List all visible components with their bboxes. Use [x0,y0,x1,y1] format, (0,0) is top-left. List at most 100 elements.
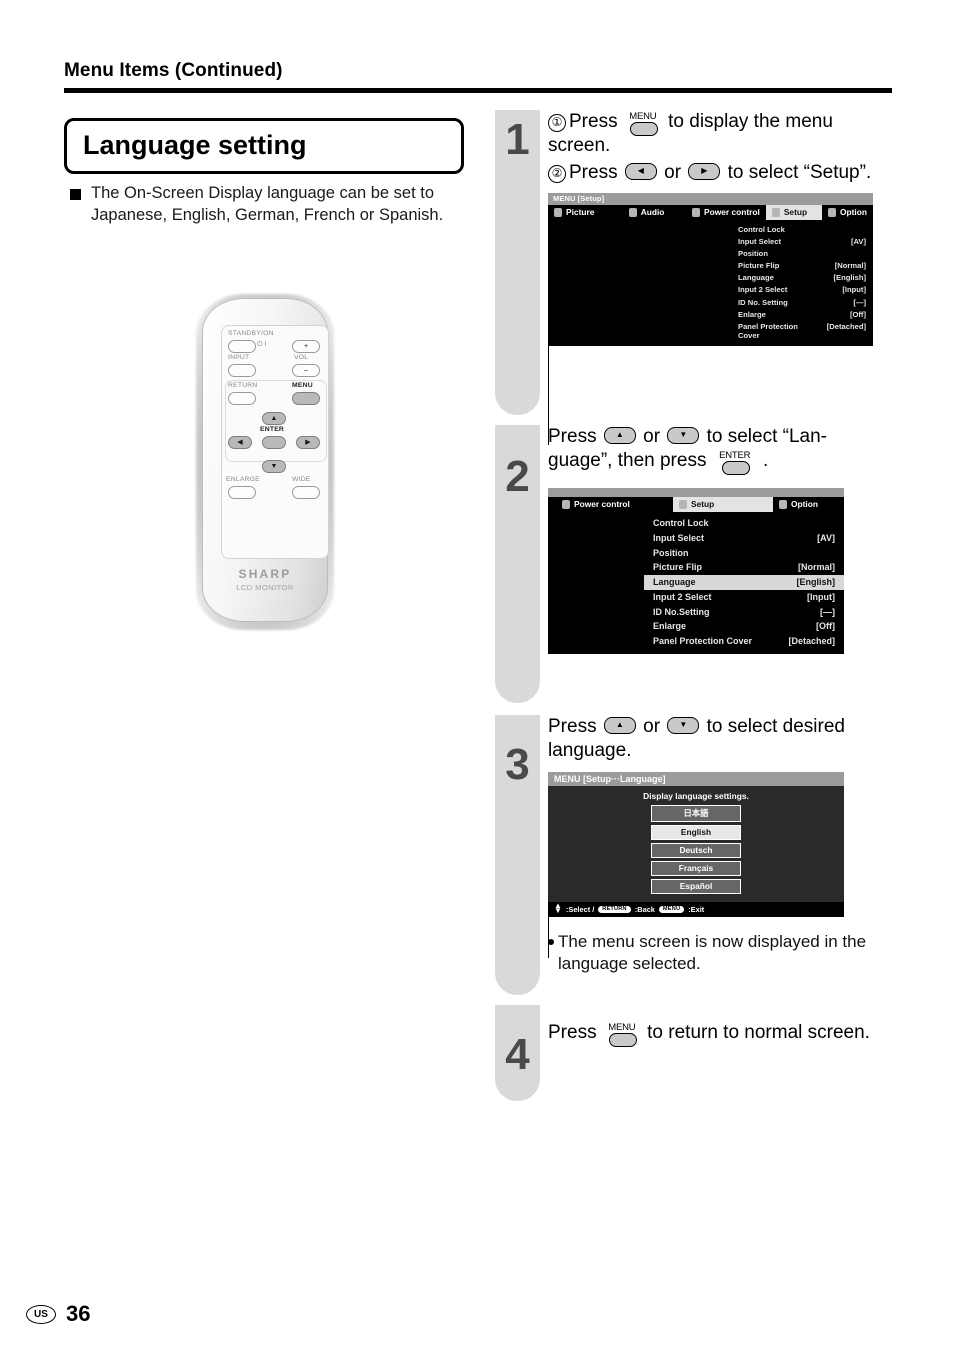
osd1-tab-power-control[interactable]: Power control [686,205,766,220]
osd1-row-label-3: Picture Flip [738,261,780,271]
step-4-text-b: to return to normal screen. [647,1022,870,1043]
osd1-row-value-1: [AV] [850,236,866,246]
remote-label-menu: MENU [292,382,313,389]
up-arrow-key-glyph-2: ▲ [603,427,636,444]
osd1-tab-picture[interactable]: Picture [548,205,623,220]
step-3-body: Press ▲ or ▼ to select desired language.… [548,715,895,975]
option-tab-icon-2 [779,499,787,509]
osd2-row-position[interactable]: Position [644,545,844,560]
osd2-tab-power-label: Power control [574,499,630,510]
osd1-row-value-7: [Off] [849,309,866,319]
osd1-tabs: Picture Audio Power control Setup Option [548,204,873,220]
osd2-row-value-6: [—] [820,606,835,617]
language-option-japanese[interactable]: 日本語 [651,804,741,822]
osd1-row-control-lock[interactable]: Control Lock [731,223,873,235]
osd1-row-panel-protection-cover[interactable]: Panel Protection Cover [Detached] [731,320,873,341]
power-symbol-icon: ⏻ I [257,341,267,348]
menu-key-glyph-4: MENU [605,1022,639,1047]
osd2-row-panel-protection-cover[interactable]: Panel Protection Cover [Detached] [644,634,844,649]
osd2-row-input2-select[interactable]: Input 2 Select [Input] [644,590,844,605]
remote-enlarge-button [228,486,256,499]
step-2-text: Press ▲ or ▼ to select “Lan- guage”, the… [548,425,895,476]
step-3-press: Press [548,716,597,737]
osd1-row-input2-select[interactable]: Input 2 Select [Input] [731,284,873,296]
remote-up-button: ▲ [262,412,286,425]
vol-minus-icon: – [304,367,308,374]
power-control-tab-icon-2 [562,499,570,509]
remote-down-button: ▼ [262,460,286,473]
remote-left-button: ◀ [228,436,252,449]
up-arrow-key-glyph-3: ▲ [603,717,636,734]
step-2-number: 2 [505,452,530,501]
lcd-monitor-label: LCD MONITOR [236,583,294,592]
osd2-tab-power-control[interactable]: Power control [548,497,673,512]
osd3-hint-exit: :Exit [688,904,705,914]
osd1-tab-option[interactable]: Option [822,205,873,220]
osd1-tab-setup[interactable]: Setup [765,204,823,220]
step-3-note: The menu screen is now displayed in the … [548,931,895,975]
osd-screenshot-step3: MENU [Setup···Language] Display language… [548,771,844,917]
osd2-tab-setup-label: Setup [691,499,715,510]
osd1-row-id-no-setting[interactable]: ID No. Setting [—] [731,296,873,308]
step-2-press: Press [548,426,597,447]
osd2-tab-setup[interactable]: Setup [673,496,773,512]
osd-screenshot-step1: MENU [Setup] Picture Audio Power control [548,192,873,346]
osd2-row-enlarge[interactable]: Enlarge [Off] [644,619,844,634]
osd1-row-input-select[interactable]: Input Select [AV] [731,235,873,247]
osd1-row-value-6: [—] [853,297,866,307]
remote-label-return: RETURN [228,382,258,389]
osd1-row-enlarge[interactable]: Enlarge [Off] [731,308,873,320]
osd2-row-value-3: [Normal] [797,562,835,573]
remote-keypad-area: STANDBY/ON ⏻ I INPUT + VOL – RETURN MENU… [221,325,329,559]
osd1-row-label-7: Enlarge [738,309,766,319]
osd1-row-label-1: Input Select [738,236,782,246]
osd2-row-label-8: Panel Protection Cover [653,636,753,647]
osd2-row-value-4: [English] [796,577,836,588]
osd2-row-value-1: [AV] [817,532,835,543]
square-bullet-icon [70,189,81,201]
language-option-deutsch[interactable]: Deutsch [651,842,741,858]
osd2-row-value-5: [Input] [807,591,835,602]
osd3-subtitle: Display language settings. [643,790,749,801]
osd2-tab-option-label: Option [791,499,818,510]
header-rule [64,88,892,93]
osd2-row-label-5: Input 2 Select [653,591,712,602]
osd3-title: MENU [Setup···Language] [548,771,844,786]
osd1-row-label-5: Input 2 Select [738,285,788,295]
picture-tab-icon [554,207,562,217]
right-arrow-icon: ▶ [701,166,708,175]
left-column: Language setting The On-Screen Display l… [64,118,464,227]
osd1-tab-audio[interactable]: Audio [623,205,686,220]
osd1-row-position[interactable]: Position [731,247,873,259]
language-option-espanol[interactable]: Español [651,878,741,894]
osd1-row-value-3: [Normal] [834,261,866,271]
osd2-tab-option[interactable]: Option [773,497,824,512]
step-2-text-b: to select “Lan- [706,426,828,447]
step-1-press-2: Press [569,161,618,183]
osd2-row-id-no-setting[interactable]: ID No.Setting [—] [644,604,844,619]
language-option-english[interactable]: English [651,824,741,840]
setup-tab-icon [771,207,780,217]
remote-return-button [228,392,256,405]
osd2-row-language-selected[interactable]: Language [English] [644,574,844,590]
osd2-row-control-lock[interactable]: Control Lock [644,516,844,531]
step-1: 1 ① Press MENU to display the menu screen… [495,110,895,445]
option-tab-icon [828,207,837,217]
step-1-text: ① Press MENU to display the menu screen. [548,110,895,159]
enter-key-glyph: ENTER [716,450,754,476]
sharp-logo: SHARP [238,567,292,581]
osd2-row-picture-flip[interactable]: Picture Flip [Normal] [644,560,844,575]
osd1-row-label-0: Control Lock [738,224,785,234]
remote-label-vol: VOL [294,354,309,361]
language-option-francais[interactable]: Français [651,860,741,876]
osd2-title-bar [548,487,844,497]
down-arrow-icon-3: ▼ [679,720,688,730]
remote-control-illustration: STANDBY/ON ⏻ I INPUT + VOL – RETURN MENU… [192,288,338,633]
osd2-row-label-4: Language [653,577,696,588]
remote-label-enter: ENTER [260,426,285,433]
remote-label-wide: WIDE [292,476,311,483]
menu-key-glyph: MENU [626,111,660,136]
osd1-row-picture-flip[interactable]: Picture Flip [Normal] [731,260,873,272]
osd1-row-language[interactable]: Language [English] [731,272,873,284]
osd2-row-input-select[interactable]: Input Select [AV] [644,530,844,545]
